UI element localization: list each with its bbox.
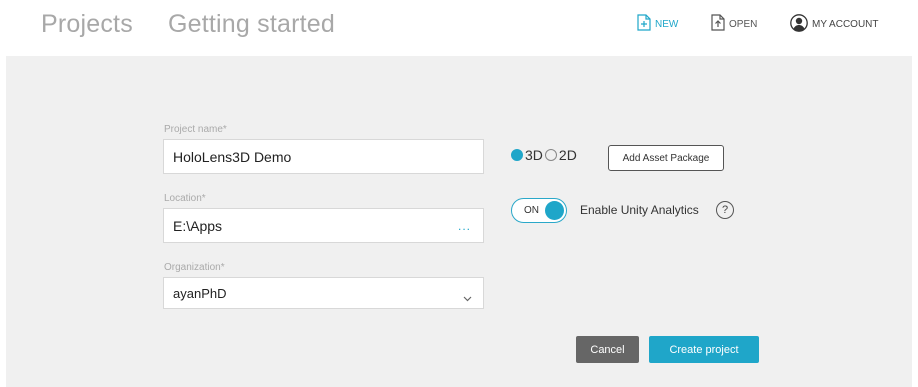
top-bar: Projects Getting started NEW OPEN MY ACC… [0, 0, 918, 56]
help-icon[interactable]: ? [716, 201, 734, 219]
project-name-input[interactable]: HoloLens3D Demo [163, 139, 484, 174]
organization-select[interactable]: ayanPhD [163, 277, 484, 309]
toggle-on-label: ON [524, 205, 539, 216]
project-name-value: HoloLens3D Demo [173, 148, 292, 165]
organization-label: Organization* [164, 262, 225, 273]
my-account-button[interactable]: MY ACCOUNT [790, 13, 879, 35]
new-file-icon [637, 14, 651, 34]
open-label: OPEN [729, 18, 758, 30]
project-name-label: Project name* [164, 124, 227, 135]
location-input[interactable]: E:\Apps ... [163, 208, 484, 243]
radio-3d-label[interactable]: 3D [525, 147, 543, 163]
toggle-knob [545, 201, 564, 220]
create-project-button[interactable]: Create project [649, 336, 759, 363]
radio-3d[interactable] [511, 149, 523, 161]
account-label: MY ACCOUNT [812, 18, 879, 30]
cancel-button[interactable]: Cancel [576, 336, 639, 363]
organization-value: ayanPhD [173, 285, 227, 301]
open-project-button[interactable]: OPEN [711, 14, 757, 34]
dimension-selector: 3D 2D [511, 147, 579, 163]
tab-getting-started[interactable]: Getting started [168, 10, 335, 39]
add-asset-package-button[interactable]: Add Asset Package [608, 145, 724, 171]
new-project-button[interactable]: NEW [637, 14, 678, 34]
chevron-down-icon [463, 290, 472, 305]
analytics-toggle[interactable]: ON [511, 198, 567, 223]
open-file-icon [711, 14, 725, 34]
browse-location-button[interactable]: ... [458, 219, 471, 233]
radio-2d[interactable] [544, 149, 557, 161]
location-label: Location* [164, 193, 206, 204]
location-value: E:\Apps [173, 217, 223, 234]
enable-analytics-label: Enable Unity Analytics [580, 203, 699, 217]
account-avatar-icon [790, 13, 808, 35]
tab-projects[interactable]: Projects [41, 10, 133, 39]
radio-2d-label[interactable]: 2D [559, 147, 577, 163]
new-label: NEW [655, 18, 679, 30]
